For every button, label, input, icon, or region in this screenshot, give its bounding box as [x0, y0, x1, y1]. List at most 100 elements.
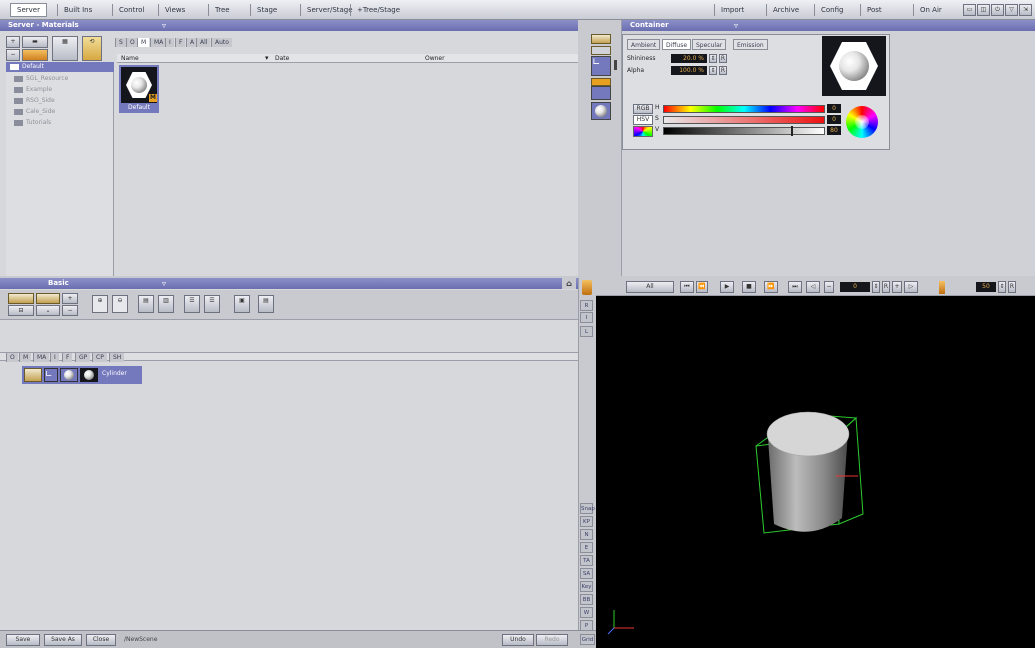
power-icon[interactable]: ⏻: [991, 4, 1004, 16]
open-folder-button[interactable]: [22, 49, 48, 61]
minus-icon[interactable]: −: [824, 281, 834, 293]
v-value[interactable]: 80: [827, 126, 841, 135]
rewind-icon[interactable]: ⏮: [680, 281, 694, 293]
plus-icon[interactable]: +: [892, 281, 902, 293]
dropdown-icon[interactable]: ▿: [734, 20, 748, 31]
transform-icon[interactable]: [591, 34, 611, 44]
tab-on-air[interactable]: On Air: [913, 4, 948, 16]
alpha-reset[interactable]: R: [719, 66, 727, 75]
side-button-bb[interactable]: BB: [580, 594, 593, 605]
filter-auto[interactable]: Auto: [211, 38, 232, 47]
tab-post[interactable]: Post: [860, 4, 888, 16]
texture-icon[interactable]: [591, 86, 611, 100]
side-button-l[interactable]: L: [580, 326, 593, 337]
frame-field[interactable]: 0: [840, 282, 870, 292]
undo-button[interactable]: Undo: [502, 634, 534, 646]
quit-icon[interactable]: ⇲: [1019, 4, 1032, 16]
speed-field[interactable]: 50: [976, 282, 996, 292]
render-viewport[interactable]: [596, 296, 1035, 648]
side-button-ta[interactable]: TA: [580, 555, 593, 566]
split-icon[interactable]: ◫: [977, 4, 990, 16]
tab-server[interactable]: Server: [10, 3, 47, 17]
side-button-grid[interactable]: Grid: [580, 634, 595, 645]
filter-ma[interactable]: MA: [150, 38, 167, 47]
material-item-default[interactable]: M Default: [119, 65, 159, 113]
filter-ma[interactable]: MA: [33, 353, 50, 362]
column-date[interactable]: Date: [275, 55, 289, 62]
saturation-slider[interactable]: [663, 116, 825, 124]
filter-gp[interactable]: GP: [75, 353, 91, 362]
trash-icon[interactable]: [582, 280, 592, 295]
transform-icon[interactable]: [24, 368, 42, 382]
filter-i[interactable]: I: [165, 38, 174, 47]
add-button[interactable]: +: [6, 36, 20, 48]
hue-slider[interactable]: [663, 105, 825, 113]
axis-icon[interactable]: ∟: [591, 56, 611, 76]
shininess-spinner[interactable]: ⇕: [709, 54, 717, 63]
split-node-button[interactable]: ⊟: [8, 305, 34, 316]
filter-f[interactable]: F: [62, 353, 73, 362]
hsv-mode-button[interactable]: HSV: [633, 115, 653, 125]
scene-node-cylinder[interactable]: ∟ Cylinder: [22, 366, 142, 384]
play-icon[interactable]: ▶: [720, 281, 734, 293]
zoom-out-icon[interactable]: ⊖: [112, 295, 128, 313]
h-value[interactable]: 0: [827, 104, 841, 113]
merge-icon[interactable]: [36, 293, 60, 304]
all-button[interactable]: All: [626, 281, 674, 293]
tree-item-rso-side[interactable]: RSO_Side: [14, 96, 55, 106]
color-picker-icon[interactable]: [633, 126, 653, 137]
end-icon[interactable]: ⏭: [788, 281, 802, 293]
filter-s[interactable]: S: [115, 38, 126, 47]
tree-item-cale-side[interactable]: Cale_Side: [14, 107, 55, 117]
dropdown-icon[interactable]: ▿: [162, 20, 176, 31]
alpha-field[interactable]: 100.0 %: [671, 66, 707, 75]
container-icon[interactable]: [591, 46, 611, 55]
list-view-icon[interactable]: ▥: [158, 295, 174, 313]
key-forward-icon[interactable]: ▷: [904, 281, 918, 293]
filter-all[interactable]: All: [196, 38, 211, 47]
new-folder-button[interactable]: ▬: [22, 36, 48, 48]
align-left-icon[interactable]: ☰: [184, 295, 200, 313]
tab-diffuse[interactable]: Diffuse: [662, 39, 692, 50]
shininess-reset[interactable]: R: [719, 54, 727, 63]
side-button-key[interactable]: Key: [580, 581, 593, 592]
geometry-icon[interactable]: [591, 102, 611, 120]
tab-config[interactable]: Config: [814, 4, 849, 16]
filter-o[interactable]: O: [6, 353, 18, 362]
column-name[interactable]: Name: [121, 55, 139, 62]
tab-stage[interactable]: Stage: [250, 4, 283, 16]
tab-control[interactable]: Control: [112, 4, 150, 16]
remove-button[interactable]: −: [6, 49, 20, 61]
tree-item-example[interactable]: Example: [14, 85, 52, 95]
refresh-button[interactable]: ⟲: [82, 36, 102, 61]
tab-ambient[interactable]: Ambient: [627, 39, 661, 50]
value-slider[interactable]: [663, 127, 825, 135]
add-node-button[interactable]: +: [62, 293, 78, 304]
side-button-w[interactable]: W: [580, 607, 593, 618]
layout-icon[interactable]: ▭: [963, 4, 976, 16]
stop-icon[interactable]: ■: [742, 281, 756, 293]
tab-specular[interactable]: Specular: [692, 39, 727, 50]
filter-m[interactable]: M: [19, 353, 32, 362]
column-owner[interactable]: Owner: [425, 55, 445, 62]
filter-f[interactable]: F: [175, 38, 186, 47]
axis-icon[interactable]: ∟: [44, 368, 58, 382]
side-button-r[interactable]: R: [580, 300, 593, 311]
tab-built-ins[interactable]: Built Ins: [57, 4, 98, 16]
tab-archive[interactable]: Archive: [766, 4, 805, 16]
group-icon[interactable]: [8, 293, 34, 304]
save-node-icon[interactable]: ▣: [234, 295, 250, 313]
remove-node-button[interactable]: −: [62, 305, 78, 316]
speed-reset[interactable]: R: [1008, 281, 1016, 293]
camera-icon[interactable]: ⌂: [562, 278, 576, 289]
collapse-button[interactable]: ⌄: [36, 305, 60, 316]
grid-view-button[interactable]: ▦: [52, 36, 78, 61]
alpha-spinner[interactable]: ⇕: [709, 66, 717, 75]
tab-import[interactable]: Import: [714, 4, 750, 16]
filter-i[interactable]: I: [50, 353, 59, 362]
tree-item-sgl-resource[interactable]: SGL_Resource: [14, 74, 68, 84]
tree-item-tutorials[interactable]: Tutorials: [14, 118, 51, 128]
frame-spinner[interactable]: ⇕: [872, 281, 880, 293]
tab-emission[interactable]: Emission: [733, 39, 768, 50]
save-as-button[interactable]: Save As: [44, 634, 82, 646]
